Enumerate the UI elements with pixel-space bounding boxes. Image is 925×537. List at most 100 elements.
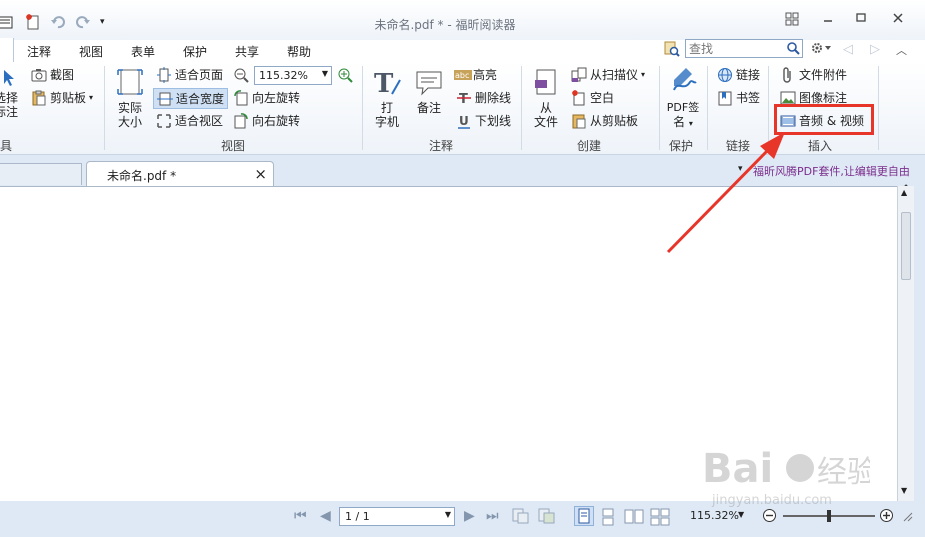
note-button[interactable]: 备注 [412, 68, 446, 115]
document-tab-previous[interactable] [0, 163, 82, 185]
search-icon[interactable] [786, 41, 800, 58]
next-page-icon[interactable]: ▶ [464, 508, 475, 524]
pdf-sign-dropdown-icon[interactable]: ▾ [689, 119, 693, 128]
tab-form[interactable]: 表单 [131, 43, 155, 60]
settings-icon[interactable] [810, 41, 832, 58]
tab-list-dropdown-icon[interactable]: ▾ [738, 164, 743, 174]
scanner-icon [571, 67, 587, 83]
collapse-ribbon-icon[interactable]: ︿ [896, 42, 907, 58]
last-page-icon[interactable]: ⏭ [486, 508, 499, 524]
blank-page-icon [571, 89, 587, 106]
page-number-value: 1 / 1 [345, 510, 370, 523]
from-scanner-label: 从扫描仪 [590, 68, 639, 82]
vertical-scrollbar[interactable]: ▲ ▼ [897, 186, 914, 501]
zoom-out-icon[interactable] [233, 67, 249, 83]
continuous-facing-view-icon[interactable] [650, 508, 670, 529]
single-page-view-icon[interactable] [574, 506, 594, 526]
next-arrow-icon[interactable]: ▷ [870, 42, 880, 57]
zoom-slider[interactable] [783, 510, 875, 522]
page-number-select[interactable]: 1 / 1 ▼ [339, 507, 455, 526]
underline-label: 下划线 [475, 114, 512, 128]
tab-view[interactable]: 视图 [79, 43, 103, 60]
blank-button[interactable]: 空白 [571, 89, 614, 106]
minimize-icon[interactable] [822, 12, 834, 27]
continuous-view-icon[interactable] [599, 508, 617, 529]
pdf-sign-button[interactable]: PDF签 名 ▾ [664, 66, 702, 131]
bookmark-icon [717, 90, 733, 106]
right-edge-panel [914, 186, 925, 501]
scrollbar-thumb[interactable] [901, 212, 911, 280]
prev-page-icon[interactable]: ◀ [320, 508, 331, 524]
rotate-right-button[interactable]: 向右旋转 [233, 112, 300, 129]
bookmark-button[interactable]: 书签 [717, 89, 760, 106]
layout-icon[interactable] [785, 12, 799, 29]
group-label-view: 视图 [221, 139, 246, 153]
close-window-icon[interactable] [892, 12, 904, 27]
clipboard-button[interactable]: 剪贴板 ▾ [31, 89, 93, 106]
highlight-button[interactable]: abc 高亮 [454, 66, 497, 83]
screenshot-button[interactable]: 截图 [31, 66, 74, 83]
fit-page-label: 适合页面 [175, 68, 224, 82]
resize-grip-icon[interactable] [901, 510, 913, 525]
clipboard-label: 剪贴板 [50, 91, 87, 105]
divider [768, 66, 769, 150]
from-clipboard-button[interactable]: 从剪贴板 [571, 112, 638, 129]
underline-button[interactable]: U 下划线 [456, 112, 511, 129]
facing-view-icon[interactable] [624, 508, 644, 529]
strikeout-button[interactable]: T 删除线 [456, 89, 511, 107]
zoom-select[interactable]: 115.32% ▼ [254, 66, 332, 85]
document-tab[interactable]: 未命名.pdf * × [86, 161, 274, 186]
group-label-links: 链接 [726, 139, 751, 153]
next-view-icon[interactable] [538, 508, 556, 527]
clipboard-dropdown-icon[interactable]: ▾ [89, 93, 93, 102]
tab-share[interactable]: 共享 [235, 43, 259, 60]
scanner-dropdown-icon[interactable]: ▾ [641, 70, 645, 79]
find-tool-icon[interactable] [664, 41, 680, 57]
divider [707, 66, 708, 150]
underline-icon: U [456, 113, 472, 129]
zoom-in-icon[interactable] [337, 67, 353, 83]
first-page-icon[interactable]: ⏮ [294, 508, 307, 524]
camera-icon [31, 67, 47, 83]
tab-home-active[interactable] [0, 38, 14, 62]
fit-visible-button[interactable]: 适合视区 [156, 112, 223, 129]
highlight-label: 高亮 [473, 68, 498, 82]
close-tab-icon[interactable]: × [254, 165, 267, 183]
from-scanner-button[interactable]: 从扫描仪 ▾ [571, 66, 645, 83]
search-input[interactable] [686, 40, 782, 57]
tab-comment[interactable]: 注释 [27, 43, 51, 60]
file-attachment-button[interactable]: 文件附件 [780, 66, 847, 83]
scroll-up-icon[interactable]: ▲ [901, 188, 907, 197]
prev-arrow-icon[interactable]: ◁ [843, 42, 853, 57]
scroll-down-icon[interactable]: ▼ [901, 486, 907, 495]
divider [878, 66, 879, 150]
svg-text:U: U [459, 114, 469, 128]
page-dropdown-icon[interactable]: ▼ [445, 510, 451, 519]
search-field[interactable] [685, 39, 803, 58]
promo-banner[interactable]: 福昕风腾PDF套件,让编辑更自由 [753, 163, 910, 179]
tab-protect[interactable]: 保护 [183, 43, 207, 60]
from-file-button[interactable]: 从 文件 [529, 68, 563, 129]
fit-page-button[interactable]: 适合页面 [156, 66, 223, 83]
status-zoom-in-icon[interactable] [879, 508, 894, 526]
select-label-a: 选择 [0, 91, 18, 105]
zoom-dropdown-icon[interactable]: ▼ [322, 69, 328, 78]
tab-help[interactable]: 帮助 [287, 43, 311, 60]
rotate-left-button[interactable]: 向左旋转 [233, 89, 300, 106]
typewriter-button[interactable]: T 打 字机 [370, 68, 404, 129]
maximize-icon[interactable] [855, 12, 867, 27]
actual-size-button[interactable]: 实际 大小 [113, 68, 147, 129]
actual-size-label-b: 大小 [117, 115, 142, 129]
select-label-b: 标注 [0, 105, 18, 119]
rotate-left-label: 向左旋转 [252, 91, 301, 105]
select-annotation-button[interactable]: 选择 标注 [0, 68, 20, 119]
group-label-tools: 具 [0, 139, 13, 153]
fit-width-button[interactable]: 适合宽度 [153, 88, 229, 109]
title-bar: ▾ 未命名.pdf * - 福昕阅读器 [0, 0, 925, 40]
screenshot-label: 截图 [50, 68, 75, 82]
link-button[interactable]: 链接 [717, 66, 760, 83]
fit-page-icon [156, 66, 172, 83]
previous-view-icon[interactable] [512, 508, 530, 527]
fit-width-label: 适合宽度 [176, 92, 225, 106]
highlight-icon: abc [454, 67, 472, 83]
